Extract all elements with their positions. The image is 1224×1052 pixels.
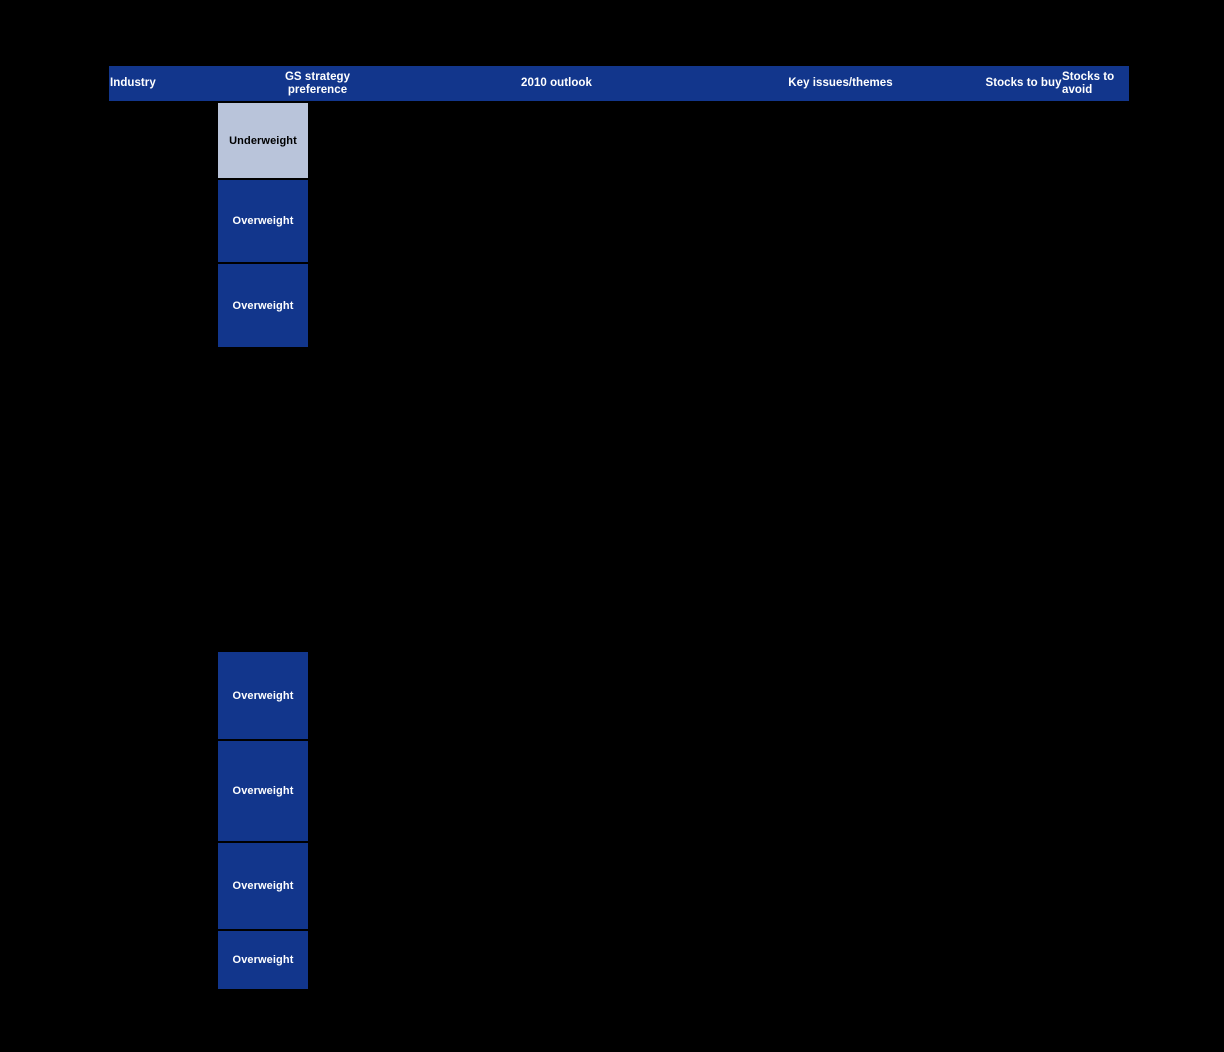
preference-cell-label: Overweight bbox=[232, 880, 294, 892]
preference-cell-label: Overweight bbox=[232, 215, 294, 227]
preference-cell-overweight: Overweight bbox=[218, 843, 308, 929]
preference-cell-overweight: Overweight bbox=[218, 652, 308, 739]
column-header-key-issues-themes: Key issues/themes bbox=[788, 77, 893, 89]
column-header-2010-outlook: 2010 outlook bbox=[521, 77, 592, 89]
preference-cell-label: Overweight bbox=[232, 785, 294, 797]
preference-cell-label: Underweight bbox=[229, 134, 297, 147]
preference-cell-label: Overweight bbox=[232, 299, 294, 312]
preference-cell-overweight: Overweight bbox=[218, 264, 308, 347]
column-header-gs-strategy-preference: GS strategy preference bbox=[284, 70, 351, 96]
strategy-preference-table: Industry GS strategy preference 2010 out… bbox=[0, 0, 1224, 1052]
column-header-stocks-to-avoid: Stocks to avoid bbox=[1062, 70, 1115, 96]
preference-cell-overweight: Overweight bbox=[218, 931, 308, 989]
column-header-industry: Industry bbox=[110, 77, 156, 89]
preference-cell-overweight: Overweight bbox=[218, 180, 308, 262]
preference-cell-underweight: Underweight bbox=[218, 103, 308, 178]
column-header-stocks-to-buy: Stocks to buy bbox=[985, 77, 1062, 89]
preference-cell-overweight: Overweight bbox=[218, 741, 308, 841]
preference-cell-label: Overweight bbox=[232, 954, 294, 966]
preference-cell-label: Overweight bbox=[232, 689, 294, 702]
table-header-row: Industry GS strategy preference 2010 out… bbox=[109, 66, 1129, 101]
